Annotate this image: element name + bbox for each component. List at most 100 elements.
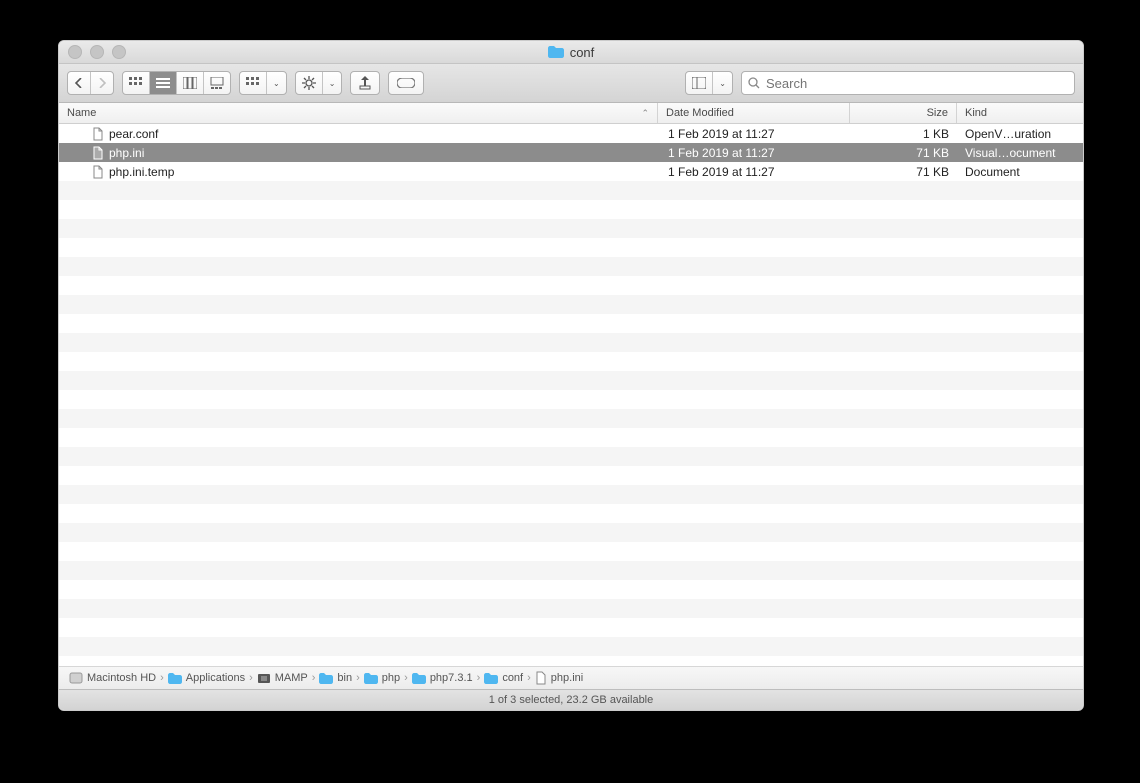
file-date: 1 Feb 2019 at 11:27 [660,127,851,141]
finder-window: conf ⌄ ⌄ ⌄ [58,40,1084,711]
path-segment[interactable]: conf [484,672,523,684]
forward-button[interactable] [91,72,113,94]
size-header-label: Size [927,107,948,119]
file-row[interactable]: php.ini.temp1 Feb 2019 at 11:2771 KBDocu… [59,162,1083,181]
file-row[interactable]: php.ini1 Feb 2019 at 11:2771 KBVisual…oc… [59,143,1083,162]
empty-row [59,485,1083,504]
folder-icon [319,673,333,684]
chevron-down-icon: ⌄ [719,79,726,88]
kind-header-label: Kind [965,107,987,119]
file-kind: Document [957,165,1083,179]
empty-row [59,637,1083,656]
path-bar: Macintosh HD › Applications › MAMP › bin › php › p… [59,666,1083,689]
empty-row [59,352,1083,371]
tag-icon [397,78,415,88]
column-view-button[interactable] [177,72,204,94]
empty-row [59,371,1083,390]
name-column-header[interactable]: Name ⌃ [59,103,658,123]
empty-row [59,390,1083,409]
empty-row [59,599,1083,618]
empty-row [59,314,1083,333]
path-separator: › [312,672,316,684]
empty-row [59,523,1083,542]
gallery-view-button[interactable] [204,72,230,94]
window-title: conf [59,45,1083,60]
status-text: 1 of 3 selected, 23.2 GB available [489,694,654,706]
date-column-header[interactable]: Date Modified [658,103,850,123]
search-input[interactable] [764,75,1068,92]
empty-row [59,333,1083,352]
title-bar: conf [59,41,1083,64]
kind-column-header[interactable]: Kind [957,103,1083,123]
share-icon [359,76,371,90]
path-separator: › [527,672,531,684]
path-segment[interactable]: Applications [168,672,245,684]
file-icon [91,127,105,141]
folder-icon [484,673,498,684]
tags-button[interactable] [388,71,424,95]
empty-row [59,200,1083,219]
empty-row [59,504,1083,523]
action-menu-button[interactable]: ⌄ [295,71,343,95]
folder-icon [548,46,564,58]
file-icon [91,165,105,179]
empty-row [59,447,1083,466]
folder-icon [168,673,182,684]
path-label: bin [337,672,352,684]
sort-asc-icon: ⌃ [641,108,649,119]
search-field[interactable] [741,71,1075,95]
column-headers: Name ⌃ Date Modified Size Kind [59,103,1083,124]
name-header-label: Name [67,107,96,119]
path-separator: › [249,672,253,684]
empty-row [59,561,1083,580]
path-separator: › [477,672,481,684]
file-row[interactable]: pear.conf1 Feb 2019 at 11:271 KBOpenV…ur… [59,124,1083,143]
group-by-dropdown[interactable]: ⌄ [239,71,287,95]
minimize-button[interactable] [90,45,104,59]
ini-icon [535,671,547,685]
sidebar-icon [692,77,706,89]
path-separator: › [160,672,164,684]
nav-buttons [67,71,114,95]
sidebar-dropdown[interactable]: ⌄ [685,71,733,95]
zoom-button[interactable] [112,45,126,59]
path-label: php7.3.1 [430,672,473,684]
file-name: php.ini.temp [109,165,174,179]
close-button[interactable] [68,45,82,59]
file-icon [91,146,105,160]
path-segment[interactable]: MAMP [257,672,308,684]
empty-row [59,542,1083,561]
file-date: 1 Feb 2019 at 11:27 [660,146,851,160]
empty-row [59,181,1083,200]
empty-row [59,238,1083,257]
icon-view-button[interactable] [123,72,150,94]
folder-icon [364,673,378,684]
empty-row [59,618,1083,637]
file-kind: OpenV…uration [957,127,1083,141]
file-list: pear.conf1 Feb 2019 at 11:271 KBOpenV…ur… [59,124,1083,666]
path-label: Applications [186,672,245,684]
path-label: php.ini [551,672,583,684]
file-size: 71 KB [851,146,957,160]
path-segment[interactable]: Macintosh HD [69,672,156,684]
gear-icon [302,76,316,90]
path-segment[interactable]: php [364,672,400,684]
path-segment[interactable]: php.ini [535,671,583,685]
appfolder-icon [257,672,271,684]
share-button[interactable] [350,71,380,95]
back-button[interactable] [68,72,91,94]
path-separator: › [356,672,360,684]
path-segment[interactable]: bin [319,672,352,684]
path-label: php [382,672,400,684]
chevron-down-icon: ⌄ [273,79,280,88]
list-view-button[interactable] [150,72,177,94]
path-segment[interactable]: php7.3.1 [412,672,473,684]
file-date: 1 Feb 2019 at 11:27 [660,165,851,179]
path-label: Macintosh HD [87,672,156,684]
file-name: pear.conf [109,127,158,141]
toolbar: ⌄ ⌄ ⌄ [59,64,1083,103]
size-column-header[interactable]: Size [850,103,957,123]
folder-icon [412,673,426,684]
window-title-text: conf [570,45,595,60]
date-header-label: Date Modified [666,107,734,119]
